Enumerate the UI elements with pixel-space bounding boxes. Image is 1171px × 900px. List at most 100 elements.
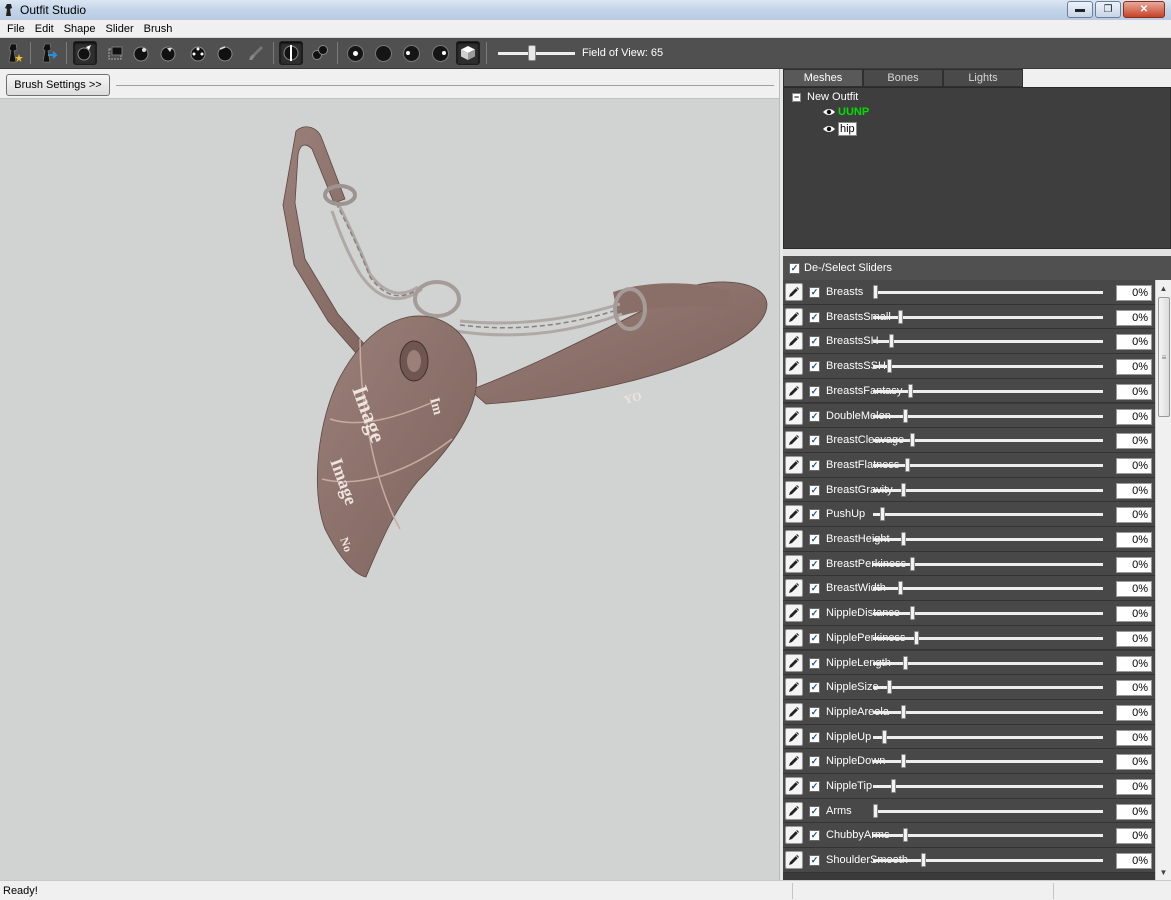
scroll-down-icon[interactable]: ▼ bbox=[1156, 864, 1171, 880]
maximize-button[interactable]: ❐ bbox=[1095, 1, 1121, 18]
edit-slider-button[interactable] bbox=[785, 554, 803, 573]
slider-value-input[interactable]: 0% bbox=[1116, 680, 1152, 697]
minimize-button[interactable]: ▬ bbox=[1067, 1, 1093, 18]
slider-value-input[interactable]: 0% bbox=[1116, 655, 1152, 672]
slider-value-input[interactable]: 0% bbox=[1116, 581, 1152, 598]
edit-slider-button[interactable] bbox=[785, 381, 803, 400]
select-all-sliders-checkbox[interactable]: ✓ bbox=[789, 262, 800, 274]
tab-meshes[interactable]: Meshes bbox=[783, 69, 863, 87]
slider-thumb[interactable] bbox=[898, 309, 904, 324]
slider-value-input[interactable]: 0% bbox=[1116, 507, 1152, 524]
slider-checkbox[interactable]: ✓ bbox=[809, 534, 820, 545]
slider-checkbox[interactable]: ✓ bbox=[809, 632, 820, 644]
slider-value-input[interactable]: 0% bbox=[1116, 383, 1152, 400]
slider-thumb[interactable] bbox=[873, 285, 878, 299]
slider-track[interactable] bbox=[873, 859, 1103, 863]
edit-slider-button[interactable] bbox=[785, 505, 803, 524]
slider-track[interactable] bbox=[873, 439, 1103, 443]
edit-slider-button[interactable] bbox=[785, 406, 803, 425]
deflate-brush-button[interactable] bbox=[156, 41, 180, 65]
slider-checkbox[interactable]: ✓ bbox=[809, 756, 820, 768]
slider-track[interactable] bbox=[873, 686, 1103, 690]
slider-thumb[interactable] bbox=[900, 482, 906, 497]
slider-checkbox[interactable]: ✓ bbox=[809, 583, 820, 595]
brush-select-button[interactable] bbox=[73, 41, 97, 65]
tab-lights[interactable]: Lights bbox=[943, 69, 1023, 87]
slider-value-input[interactable]: 0% bbox=[1116, 704, 1152, 721]
mask-brush-button[interactable] bbox=[103, 41, 127, 65]
edit-slider-button[interactable] bbox=[785, 431, 803, 450]
view-left-button[interactable] bbox=[399, 41, 423, 65]
slider-track[interactable] bbox=[873, 809, 1103, 813]
slider-thumb[interactable] bbox=[921, 853, 927, 868]
slider-thumb[interactable] bbox=[891, 779, 897, 793]
edit-slider-button[interactable] bbox=[785, 777, 803, 795]
perspective-toggle-button[interactable] bbox=[456, 41, 480, 65]
slider-checkbox[interactable]: ✓ bbox=[809, 682, 820, 694]
edit-slider-button[interactable] bbox=[785, 604, 803, 623]
select-tool-button[interactable] bbox=[3, 41, 27, 65]
slider-thumb[interactable] bbox=[879, 507, 885, 522]
slider-track[interactable] bbox=[873, 760, 1103, 764]
menu-shape[interactable]: Shape bbox=[59, 23, 101, 35]
slider-thumb[interactable] bbox=[902, 655, 908, 670]
slider-track[interactable] bbox=[873, 636, 1103, 640]
edit-slider-button[interactable] bbox=[785, 455, 803, 474]
close-button[interactable]: ✕ bbox=[1123, 1, 1165, 18]
slider-track[interactable] bbox=[873, 340, 1103, 344]
slider-checkbox[interactable]: ✓ bbox=[809, 287, 820, 298]
slider-value-input[interactable]: 0% bbox=[1116, 433, 1152, 450]
slider-track[interactable] bbox=[873, 612, 1103, 616]
slider-checkbox[interactable]: ✓ bbox=[809, 336, 820, 348]
slider-thumb[interactable] bbox=[909, 433, 915, 448]
edit-slider-button[interactable] bbox=[785, 307, 803, 326]
slider-value-input[interactable]: 0% bbox=[1116, 729, 1152, 746]
edit-slider-button[interactable] bbox=[785, 727, 803, 746]
eye-icon[interactable] bbox=[822, 124, 836, 134]
slider-thumb[interactable] bbox=[886, 680, 892, 695]
tab-bones[interactable]: Bones bbox=[863, 69, 943, 87]
edit-slider-button[interactable] bbox=[785, 801, 803, 820]
edit-slider-button[interactable] bbox=[785, 357, 803, 376]
smooth-brush-button[interactable] bbox=[213, 41, 237, 65]
scroll-up-icon[interactable]: ▲ bbox=[1156, 280, 1171, 296]
slider-track[interactable] bbox=[873, 513, 1103, 517]
brush-settings-button[interactable]: Brush Settings >> bbox=[6, 74, 110, 96]
slider-value-input[interactable]: 0% bbox=[1116, 334, 1152, 351]
weight-brush-button[interactable] bbox=[244, 41, 268, 65]
slider-thumb[interactable] bbox=[889, 334, 895, 349]
slider-checkbox[interactable]: ✓ bbox=[809, 830, 820, 842]
slider-checkbox[interactable]: ✓ bbox=[809, 484, 820, 496]
field-of-view-slider[interactable] bbox=[498, 52, 575, 55]
slider-scrollbar[interactable]: ▲ ≡ ▼ bbox=[1155, 280, 1171, 880]
slider-track[interactable] bbox=[873, 587, 1103, 591]
menu-edit[interactable]: Edit bbox=[30, 23, 59, 35]
menu-slider[interactable]: Slider bbox=[101, 23, 139, 35]
slider-checkbox[interactable]: ✓ bbox=[809, 410, 820, 422]
slider-checkbox[interactable]: ✓ bbox=[809, 706, 820, 718]
edit-slider-button[interactable] bbox=[785, 283, 803, 301]
slider-track[interactable] bbox=[873, 488, 1103, 492]
mesh-item-hip[interactable]: hip bbox=[822, 122, 857, 136]
slider-value-input[interactable]: 0% bbox=[1116, 630, 1152, 647]
slider-checkbox[interactable]: ✓ bbox=[809, 509, 820, 521]
slider-thumb[interactable] bbox=[909, 606, 915, 621]
slider-thumb[interactable] bbox=[909, 556, 915, 571]
slider-value-input[interactable]: 0% bbox=[1116, 754, 1152, 771]
slider-thumb[interactable] bbox=[886, 359, 892, 374]
edit-slider-button[interactable] bbox=[785, 678, 803, 697]
edit-slider-button[interactable] bbox=[785, 530, 803, 548]
slider-value-input[interactable]: 0% bbox=[1116, 532, 1152, 548]
slider-checkbox[interactable]: ✓ bbox=[809, 855, 820, 867]
edit-slider-button[interactable] bbox=[785, 332, 803, 351]
slider-checkbox[interactable]: ✓ bbox=[809, 385, 820, 397]
slider-track[interactable] bbox=[873, 710, 1103, 714]
slider-track[interactable] bbox=[873, 365, 1103, 369]
view-back-button[interactable] bbox=[371, 41, 395, 65]
slider-checkbox[interactable]: ✓ bbox=[809, 781, 820, 792]
scroll-thumb[interactable]: ≡ bbox=[1158, 297, 1170, 417]
slider-track[interactable] bbox=[873, 735, 1103, 739]
slider-value-input[interactable]: 0% bbox=[1116, 457, 1152, 474]
view-front-button[interactable] bbox=[343, 41, 367, 65]
slider-checkbox[interactable]: ✓ bbox=[809, 558, 820, 570]
